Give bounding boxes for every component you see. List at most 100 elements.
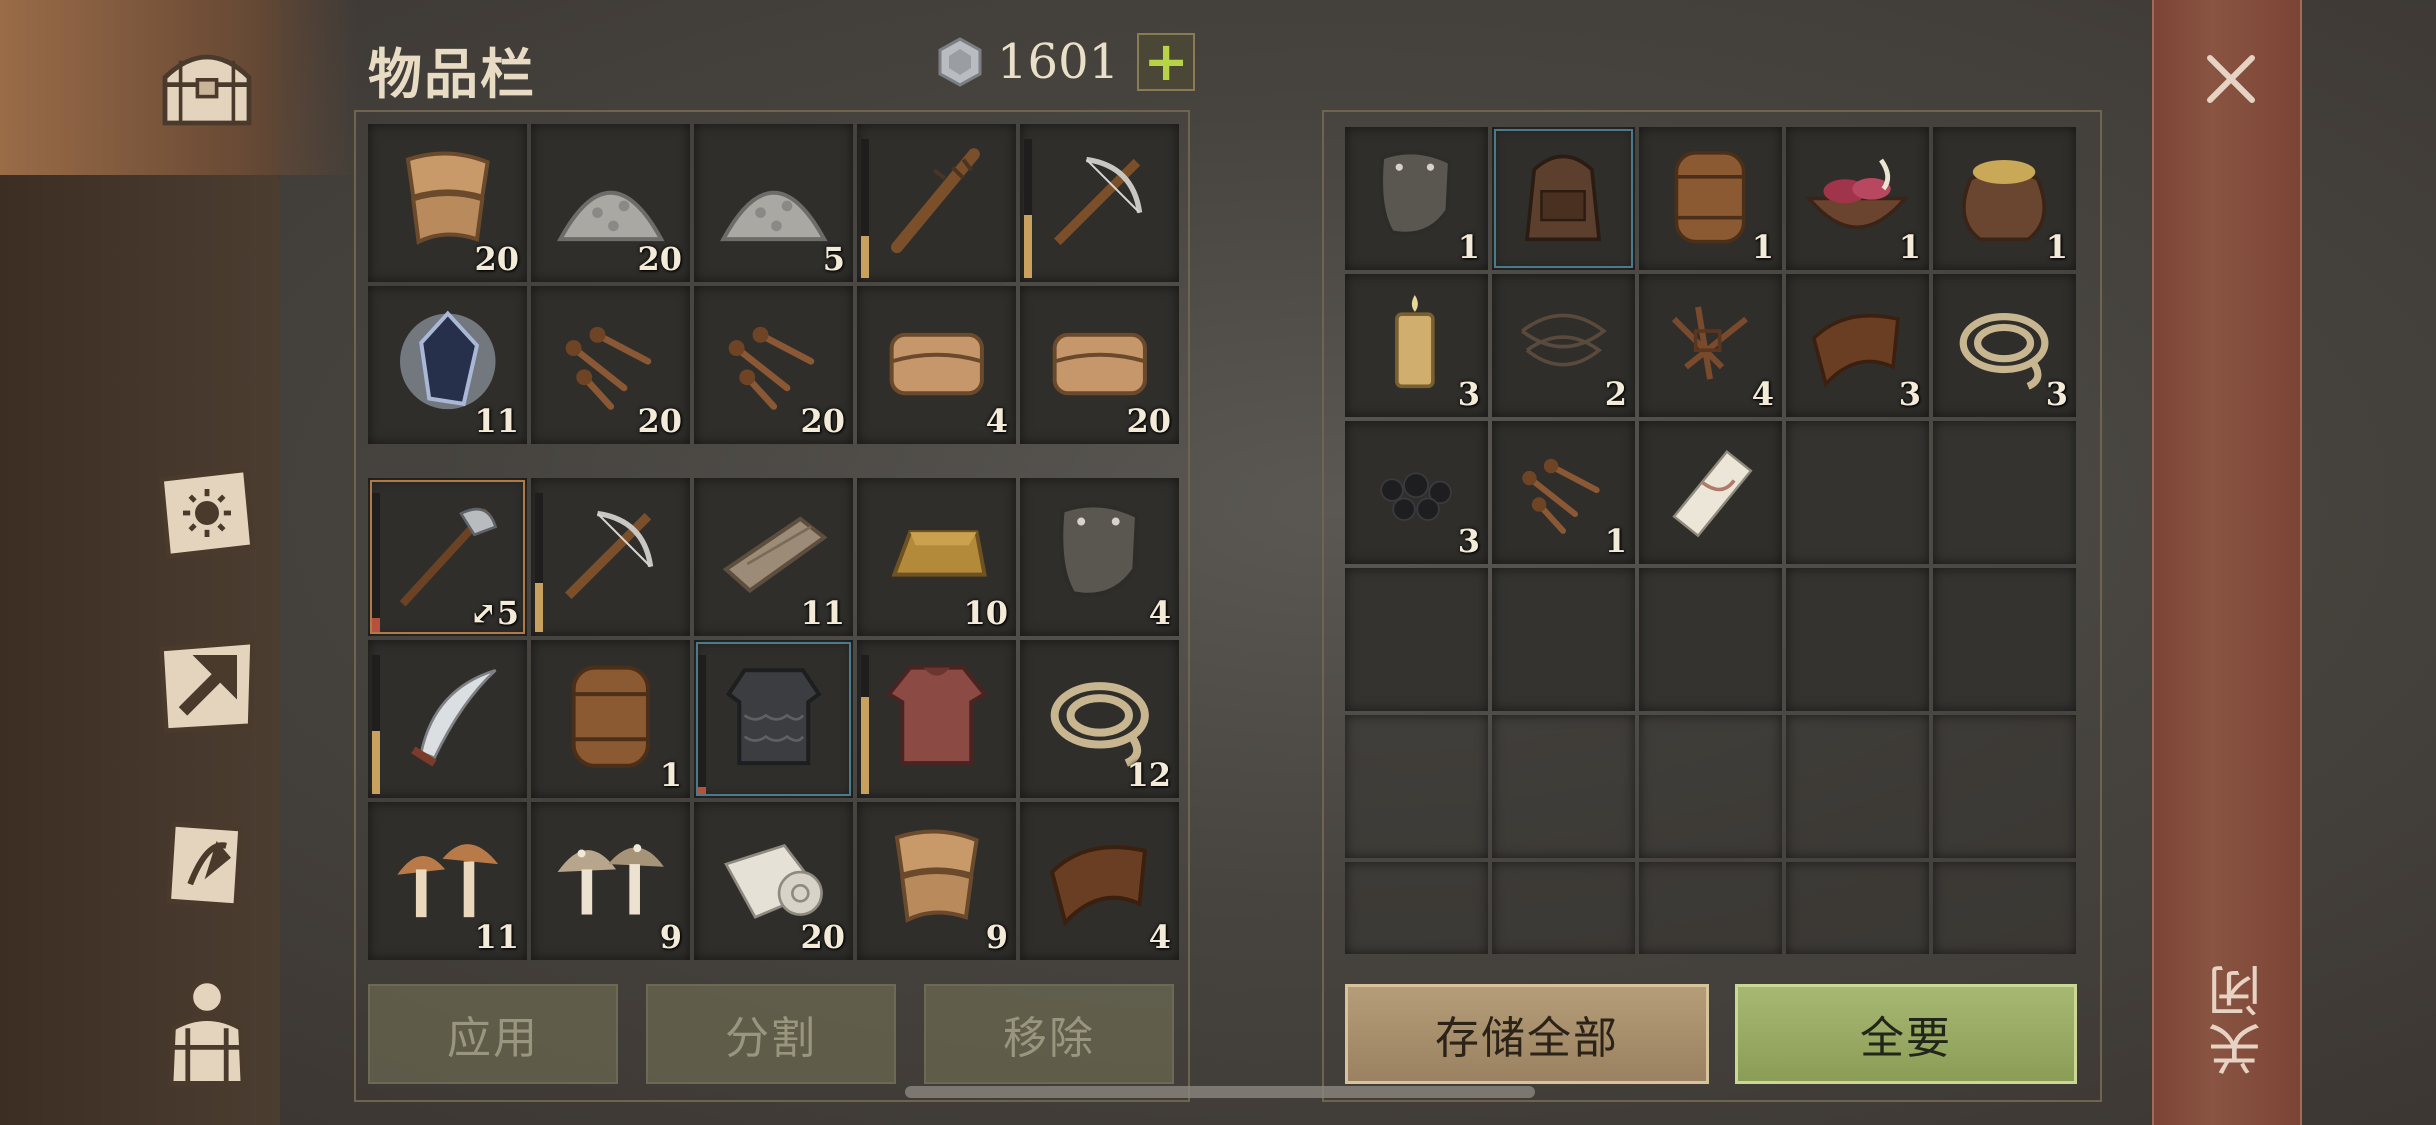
item-quantity: 11: [474, 918, 519, 956]
durability-bar: [535, 492, 543, 632]
storage-slot[interactable]: [1933, 568, 2076, 711]
inventory-slot[interactable]: 12: [1020, 640, 1179, 798]
storage-slot[interactable]: 1: [1639, 127, 1782, 270]
item-quantity: 1: [1604, 522, 1627, 560]
item-quantity: 2: [1604, 375, 1627, 413]
item-quantity: 5: [822, 240, 845, 278]
storage-slot[interactable]: [1492, 862, 1635, 954]
character-backpack-icon[interactable]: [142, 968, 272, 1098]
storage-slot[interactable]: [1933, 421, 2076, 564]
storage-slot[interactable]: [1639, 862, 1782, 954]
inventory-slot[interactable]: [857, 640, 1016, 798]
store-all-button[interactable]: 存储全部: [1345, 984, 1709, 1084]
inventory-slot[interactable]: 5: [694, 124, 853, 282]
durability-bar: [861, 654, 869, 794]
inventory-grid-bottom: ⤢5 11 10 4 1 12 11 9 20 9 4: [368, 478, 1179, 960]
close-panel[interactable]: [2152, 0, 2302, 1125]
storage-slot[interactable]: [1786, 715, 1929, 858]
item-quantity: 3: [2045, 375, 2068, 413]
storage-slot[interactable]: [1786, 568, 1929, 711]
storage-slot[interactable]: [1345, 715, 1488, 858]
storage-slot[interactable]: 3: [1933, 274, 2076, 417]
inventory-slot[interactable]: 4: [857, 286, 1016, 444]
coin-count: 1601: [997, 34, 1120, 90]
storage-slot[interactable]: [1639, 715, 1782, 858]
inventory-slot[interactable]: 1: [531, 640, 690, 798]
silver-coin-icon: [938, 37, 982, 87]
inventory-slot[interactable]: 20: [1020, 286, 1179, 444]
inventory-slot[interactable]: 20: [368, 124, 527, 282]
inventory-slot[interactable]: [531, 478, 690, 636]
storage-slot[interactable]: [1786, 862, 1929, 954]
inventory-slot[interactable]: [1020, 124, 1179, 282]
quest-scroll-icon[interactable]: [142, 800, 272, 930]
storage-slot[interactable]: [1933, 862, 2076, 954]
inventory-slot[interactable]: 4: [1020, 478, 1179, 636]
crossbow-icon: [1053, 157, 1142, 246]
storage-slot[interactable]: 3: [1345, 421, 1488, 564]
storage-slot[interactable]: [1639, 421, 1782, 564]
item-quantity: 20: [637, 402, 682, 440]
item-quantity: 9: [985, 918, 1008, 956]
inventory-slot[interactable]: 9: [531, 802, 690, 960]
close-icon[interactable]: [2196, 44, 2266, 114]
storage-slot[interactable]: 1: [1786, 127, 1929, 270]
item-quantity: 20: [800, 402, 845, 440]
crafting-map-icon[interactable]: [142, 620, 272, 750]
storage-slot[interactable]: [1492, 127, 1635, 270]
item-quantity: 10: [963, 594, 1008, 632]
inventory-slot[interactable]: 11: [368, 802, 527, 960]
storage-slot[interactable]: [1492, 568, 1635, 711]
durability-bar: [372, 492, 380, 632]
close-label[interactable]: 关闭: [2200, 960, 2271, 1076]
inventory-slot[interactable]: 9: [857, 802, 1016, 960]
storage-slot[interactable]: 1: [1492, 421, 1635, 564]
storage-slot[interactable]: 2: [1492, 274, 1635, 417]
storage-slot[interactable]: 3: [1786, 274, 1929, 417]
inventory-slot[interactable]: [694, 640, 853, 798]
inventory-slot[interactable]: [857, 124, 1016, 282]
storage-slot[interactable]: [1933, 715, 2076, 858]
item-quantity: 20: [474, 240, 519, 278]
item-quantity: 1: [2045, 228, 2068, 266]
storage-slot[interactable]: [1639, 568, 1782, 711]
inventory-slot[interactable]: 11: [368, 286, 527, 444]
item-quantity: 3: [1898, 375, 1921, 413]
inventory-slot[interactable]: ⤢5: [368, 478, 527, 636]
item-quantity: 1: [1751, 228, 1774, 266]
crossbow-icon: [564, 511, 653, 600]
paper-scroll-icon: [1672, 449, 1754, 537]
inventory-slot[interactable]: 10: [857, 478, 1016, 636]
leather-icon: [1049, 845, 1147, 927]
remove-button[interactable]: 移除: [924, 984, 1174, 1084]
inventory-slot[interactable]: 20: [694, 802, 853, 960]
add-coins-button[interactable]: +: [1137, 33, 1196, 91]
storage-slot[interactable]: 3: [1345, 274, 1488, 417]
scale-armor-icon: [725, 668, 822, 766]
storage-slot[interactable]: [1345, 862, 1488, 954]
apply-button[interactable]: 应用: [368, 984, 618, 1084]
storage-slot[interactable]: [1492, 715, 1635, 858]
storage-chest-icon[interactable]: [142, 22, 272, 152]
storage-slot[interactable]: [1786, 421, 1929, 564]
currency-display: 1601 +: [935, 30, 1196, 94]
inventory-slot[interactable]: 4: [1020, 802, 1179, 960]
split-button[interactable]: 分割: [646, 984, 896, 1084]
take-all-button[interactable]: 全要: [1735, 984, 2077, 1084]
item-quantity: 1: [659, 756, 682, 794]
inventory-slot[interactable]: [368, 640, 527, 798]
stone-pile-icon: [719, 191, 828, 242]
storage-slot[interactable]: 1: [1345, 127, 1488, 270]
spotted-mushroom-icon: [557, 844, 664, 915]
storage-slot[interactable]: [1345, 568, 1488, 711]
durability-bar: [698, 654, 706, 794]
inventory-slot[interactable]: 20: [531, 286, 690, 444]
barrel-icon: [571, 666, 650, 769]
storage-slot[interactable]: 1: [1933, 127, 2076, 270]
scimitar-icon: [410, 669, 497, 767]
inventory-slot[interactable]: 20: [531, 124, 690, 282]
skills-book-icon[interactable]: [142, 448, 272, 578]
storage-slot[interactable]: 4: [1639, 274, 1782, 417]
inventory-slot[interactable]: 11: [694, 478, 853, 636]
inventory-slot[interactable]: 20: [694, 286, 853, 444]
